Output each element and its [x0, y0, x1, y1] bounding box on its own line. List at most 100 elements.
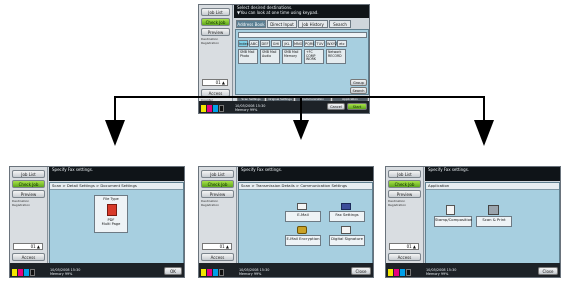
key-index[interactable]: Index: [238, 40, 249, 47]
email-encryption-button[interactable]: E-Mail Encryption: [285, 235, 321, 246]
document-settings-screen: Job List Check Job Preview Destination R…: [9, 166, 185, 278]
tab-direct-input[interactable]: Direct Input: [267, 20, 297, 28]
key-wxyz[interactable]: WXYZ: [326, 40, 337, 47]
message-bar: Specify Fax settings.: [425, 167, 560, 181]
address-entry[interactable]: +FC COMP WORK: [304, 49, 324, 64]
status-bar: 10/05/2008 15:30 Memory 99% Close: [386, 263, 560, 277]
key-abc[interactable]: ABC: [249, 40, 259, 47]
toner-levels: [388, 269, 411, 276]
stamp-composition-button[interactable]: Stamp/Composition: [434, 216, 472, 227]
pdf-icon: [107, 204, 117, 216]
lock-icon: [297, 226, 307, 234]
settings-area: Scan > Transmission Details > Communicat…: [238, 182, 373, 264]
connector-line: [300, 96, 302, 120]
stamp-icon: [446, 205, 455, 215]
arrow-down-icon: [474, 120, 494, 146]
sidebar-info: Destination Registration: [201, 200, 220, 207]
address-entry[interactable]: Network RECORD: [326, 49, 346, 64]
status-datetime: 10/05/2008 15:30 Memory 99%: [50, 268, 81, 276]
status-datetime: 10/05/2008 15:30 Memory 99%: [239, 268, 270, 276]
application-area: Application Stamp/Composition Scan & Pri…: [425, 182, 560, 264]
access-button[interactable]: Access: [388, 253, 421, 261]
cancel-button[interactable]: Cancel: [327, 103, 345, 110]
group-button[interactable]: Group: [350, 79, 367, 86]
job-list-button[interactable]: Job List: [12, 170, 45, 178]
key-etc[interactable]: etc: [337, 40, 347, 47]
message-bar: Select desired destinations. ▼You can lo…: [234, 5, 369, 18]
key-def[interactable]: DEF: [260, 40, 270, 47]
preview-button[interactable]: Preview: [201, 28, 230, 36]
message-bar: Specify Fax settings.: [49, 167, 184, 181]
search-field[interactable]: [238, 32, 367, 38]
file-type-tile[interactable]: File Type PDF Multi Page: [94, 195, 128, 233]
check-job-button[interactable]: Check Job: [201, 18, 230, 26]
job-list-button[interactable]: Job List: [388, 170, 421, 178]
sidebar-info: Destination Registration: [12, 200, 31, 207]
key-pqrs[interactable]: PQRS: [304, 40, 315, 47]
check-job-button[interactable]: Check Job: [12, 180, 45, 188]
address-entry[interactable]: SMB Mail Audio: [260, 49, 280, 64]
counter-box: 01 ▲: [13, 243, 43, 250]
sidebar-info: Destination Registration: [388, 200, 407, 207]
breadcrumb: Scan > Transmission Details > Communicat…: [239, 183, 372, 190]
address-entry[interactable]: SMB Mail Memory: [282, 49, 302, 64]
start-button[interactable]: Start: [347, 103, 367, 110]
fax-settings-button[interactable]: Fax Settings: [329, 211, 365, 222]
breadcrumb: Scan > Detail Settings > Document Settin…: [50, 183, 183, 190]
key-mno[interactable]: MNO: [293, 40, 303, 47]
toner-levels: [12, 269, 35, 276]
toner-levels: [201, 269, 224, 276]
tab-job-history[interactable]: Job History: [298, 20, 328, 28]
close-button[interactable]: Close: [538, 267, 558, 275]
status-bar: 10/05/2008 15:30 Memory 99% Close: [199, 263, 373, 277]
application-screen: Job List Check Job Preview Destination R…: [385, 166, 561, 278]
search-button[interactable]: Search: [350, 87, 367, 94]
tab-address-book[interactable]: Address Book: [236, 20, 266, 28]
counter-box: 01 ▲: [202, 243, 232, 250]
scan-print-button[interactable]: Scan & Print: [476, 216, 512, 227]
job-list-button[interactable]: Job List: [201, 170, 234, 178]
signature-icon: [341, 226, 351, 234]
fax-icon: [341, 203, 351, 210]
status-bar: 10/05/2008 15:30 Memory 99% OK: [10, 263, 184, 277]
digital-signature-button[interactable]: Digital Signature: [329, 235, 365, 246]
sidebar: Job List Check Job Preview Destination R…: [199, 167, 237, 277]
access-button[interactable]: Access: [201, 253, 234, 261]
preview-button[interactable]: Preview: [12, 190, 45, 198]
check-job-button[interactable]: Check Job: [388, 180, 421, 188]
arrow-down-icon: [105, 120, 125, 146]
communication-settings-screen: Job List Check Job Preview Destination R…: [198, 166, 374, 278]
ok-button[interactable]: OK: [164, 267, 182, 275]
sidebar: Job List Check Job Preview Destination R…: [10, 167, 48, 277]
key-jkl[interactable]: JKL: [282, 40, 292, 47]
preview-button[interactable]: Preview: [388, 190, 421, 198]
connector-line: [114, 96, 116, 120]
access-button[interactable]: Access: [12, 253, 45, 261]
tab-search[interactable]: Search: [329, 20, 351, 28]
key-tuv[interactable]: TUV: [315, 40, 325, 47]
email-icon: [297, 203, 307, 210]
address-area: Index ABC DEF GHI JKL MNO PQRS TUV WXYZ …: [235, 29, 369, 95]
job-list-button[interactable]: Job List: [201, 8, 230, 16]
counter-box: 01 ▲: [389, 243, 419, 250]
status-bar: 10/05/2008 15:30 Memory 99% Cancel Start: [199, 101, 369, 113]
address-entry[interactable]: SMB Mail Photo: [238, 49, 258, 64]
toner-levels: [201, 105, 224, 112]
close-button[interactable]: Close: [351, 267, 371, 275]
email-button[interactable]: E-Mail: [285, 211, 321, 222]
key-ghi[interactable]: GHI: [271, 40, 281, 47]
message-bar: Specify Fax settings.: [238, 167, 373, 181]
status-datetime: 10/05/2008 15:30 Memory 99%: [235, 104, 266, 112]
arrow-down-icon: [293, 120, 309, 140]
counter-box: 01 ▲: [202, 79, 228, 86]
page-title: Application: [426, 183, 559, 190]
check-job-button[interactable]: Check Job: [201, 180, 234, 188]
preview-button[interactable]: Preview: [201, 190, 234, 198]
scan-print-icon: [488, 205, 499, 215]
settings-area: Scan > Detail Settings > Document Settin…: [49, 182, 184, 264]
file-type-value: PDF Multi Page: [101, 218, 121, 226]
sidebar-info: Destination Registration: [201, 38, 220, 45]
connector-line: [483, 96, 485, 120]
sidebar: Job List Check Job Preview Destination R…: [386, 167, 424, 277]
status-datetime: 10/05/2008 15:30 Memory 99%: [426, 268, 457, 276]
